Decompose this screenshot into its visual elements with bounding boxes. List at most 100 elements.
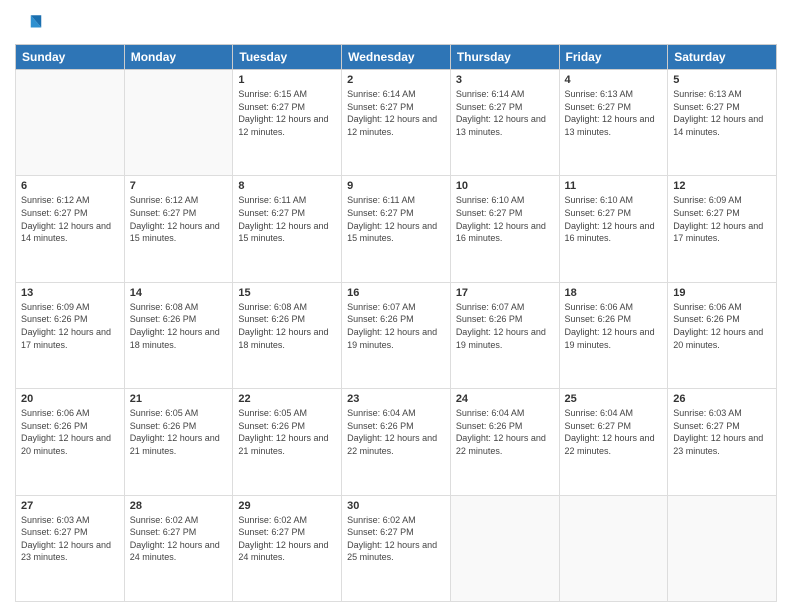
- weekday-header-saturday: Saturday: [668, 45, 777, 70]
- calendar-cell: 13 Sunrise: 6:09 AMSunset: 6:26 PMDayligh…: [16, 282, 125, 388]
- day-number: 28: [130, 500, 228, 512]
- day-number: 9: [347, 180, 445, 192]
- weekday-header-row: SundayMondayTuesdayWednesdayThursdayFrid…: [16, 45, 777, 70]
- calendar-cell: 18 Sunrise: 6:06 AMSunset: 6:26 PMDayligh…: [559, 282, 668, 388]
- calendar-cell: 3 Sunrise: 6:14 AMSunset: 6:27 PMDaylight…: [450, 70, 559, 176]
- day-number: 16: [347, 287, 445, 299]
- day-info: Sunrise: 6:15 AMSunset: 6:27 PMDaylight:…: [238, 88, 336, 138]
- calendar-cell: [16, 70, 125, 176]
- calendar-cell: 26 Sunrise: 6:03 AMSunset: 6:27 PMDayligh…: [668, 389, 777, 495]
- week-row-4: 20 Sunrise: 6:06 AMSunset: 6:26 PMDayligh…: [16, 389, 777, 495]
- calendar-cell: 22 Sunrise: 6:05 AMSunset: 6:26 PMDayligh…: [233, 389, 342, 495]
- calendar-cell: 27Sunrise: 6:03 AMSunset: 6:27 PMDayligh…: [16, 495, 125, 601]
- calendar-cell: [668, 495, 777, 601]
- day-number: 30: [347, 500, 445, 512]
- calendar-cell: 21 Sunrise: 6:05 AMSunset: 6:26 PMDayligh…: [124, 389, 233, 495]
- calendar-cell: 28 Sunrise: 6:02 AMSunset: 6:27 PMDayligh…: [124, 495, 233, 601]
- day-info: Sunrise: 6:06 AMSunset: 6:26 PMDaylight:…: [673, 301, 771, 351]
- calendar-cell: 12 Sunrise: 6:09 AMSunset: 6:27 PMDayligh…: [668, 176, 777, 282]
- day-info: Sunrise: 6:04 AMSunset: 6:26 PMDaylight:…: [456, 407, 554, 457]
- calendar-cell: 4Sunrise: 6:13 AMSunset: 6:27 PMDaylight…: [559, 70, 668, 176]
- logo-icon: [15, 10, 43, 38]
- day-info: Sunrise: 6:13 AMSunset: 6:27 PMDaylight:…: [565, 88, 663, 138]
- day-info: Sunrise: 6:08 AMSunset: 6:26 PMDaylight:…: [130, 301, 228, 351]
- day-number: 6: [21, 180, 119, 192]
- day-info: Sunrise: 6:11 AMSunset: 6:27 PMDaylight:…: [238, 194, 336, 244]
- day-info: Sunrise: 6:09 AMSunset: 6:26 PMDaylight:…: [21, 301, 119, 351]
- day-number: 18: [565, 287, 663, 299]
- day-info: Sunrise: 6:14 AMSunset: 6:27 PMDaylight:…: [456, 88, 554, 138]
- day-info: Sunrise: 6:05 AMSunset: 6:26 PMDaylight:…: [130, 407, 228, 457]
- day-number: 3: [456, 74, 554, 86]
- day-number: 5: [673, 74, 771, 86]
- day-number: 21: [130, 393, 228, 405]
- day-number: 23: [347, 393, 445, 405]
- calendar-cell: 24 Sunrise: 6:04 AMSunset: 6:26 PMDayligh…: [450, 389, 559, 495]
- day-info: Sunrise: 6:09 AMSunset: 6:27 PMDaylight:…: [673, 194, 771, 244]
- calendar-cell: 6 Sunrise: 6:12 AMSunset: 6:27 PMDaylight…: [16, 176, 125, 282]
- day-number: 26: [673, 393, 771, 405]
- calendar-cell: 8 Sunrise: 6:11 AMSunset: 6:27 PMDaylight…: [233, 176, 342, 282]
- day-number: 19: [673, 287, 771, 299]
- day-info: Sunrise: 6:06 AMSunset: 6:26 PMDaylight:…: [565, 301, 663, 351]
- weekday-header-sunday: Sunday: [16, 45, 125, 70]
- day-number: 22: [238, 393, 336, 405]
- calendar-cell: 20 Sunrise: 6:06 AMSunset: 6:26 PMDayligh…: [16, 389, 125, 495]
- calendar-cell: 29Sunrise: 6:02 AMSunset: 6:27 PMDayligh…: [233, 495, 342, 601]
- calendar-cell: 17 Sunrise: 6:07 AMSunset: 6:26 PMDayligh…: [450, 282, 559, 388]
- day-number: 8: [238, 180, 336, 192]
- day-number: 12: [673, 180, 771, 192]
- day-info: Sunrise: 6:07 AMSunset: 6:26 PMDaylight:…: [347, 301, 445, 351]
- day-number: 15: [238, 287, 336, 299]
- day-info: Sunrise: 6:10 AMSunset: 6:27 PMDaylight:…: [565, 194, 663, 244]
- day-number: 24: [456, 393, 554, 405]
- weekday-header-wednesday: Wednesday: [342, 45, 451, 70]
- day-info: Sunrise: 6:06 AMSunset: 6:26 PMDaylight:…: [21, 407, 119, 457]
- week-row-3: 13 Sunrise: 6:09 AMSunset: 6:26 PMDayligh…: [16, 282, 777, 388]
- calendar-cell: 1 Sunrise: 6:15 AMSunset: 6:27 PMDaylight…: [233, 70, 342, 176]
- calendar-cell: [559, 495, 668, 601]
- day-number: 20: [21, 393, 119, 405]
- calendar-cell: 2 Sunrise: 6:14 AMSunset: 6:27 PMDaylight…: [342, 70, 451, 176]
- day-info: Sunrise: 6:12 AMSunset: 6:27 PMDaylight:…: [21, 194, 119, 244]
- week-row-1: 1 Sunrise: 6:15 AMSunset: 6:27 PMDaylight…: [16, 70, 777, 176]
- day-info: Sunrise: 6:11 AMSunset: 6:27 PMDaylight:…: [347, 194, 445, 244]
- day-info: Sunrise: 6:07 AMSunset: 6:26 PMDaylight:…: [456, 301, 554, 351]
- day-number: 2: [347, 74, 445, 86]
- calendar-cell: 23Sunrise: 6:04 AMSunset: 6:26 PMDayligh…: [342, 389, 451, 495]
- page: SundayMondayTuesdayWednesdayThursdayFrid…: [0, 0, 792, 612]
- day-info: Sunrise: 6:08 AMSunset: 6:26 PMDaylight:…: [238, 301, 336, 351]
- week-row-2: 6 Sunrise: 6:12 AMSunset: 6:27 PMDaylight…: [16, 176, 777, 282]
- day-info: Sunrise: 6:13 AMSunset: 6:27 PMDaylight:…: [673, 88, 771, 138]
- weekday-header-tuesday: Tuesday: [233, 45, 342, 70]
- calendar-cell: 16 Sunrise: 6:07 AMSunset: 6:26 PMDayligh…: [342, 282, 451, 388]
- day-info: Sunrise: 6:03 AMSunset: 6:27 PMDaylight:…: [21, 514, 119, 564]
- weekday-header-monday: Monday: [124, 45, 233, 70]
- calendar-cell: 25 Sunrise: 6:04 AMSunset: 6:27 PMDayligh…: [559, 389, 668, 495]
- day-info: Sunrise: 6:03 AMSunset: 6:27 PMDaylight:…: [673, 407, 771, 457]
- day-number: 29: [238, 500, 336, 512]
- day-number: 25: [565, 393, 663, 405]
- calendar-cell: [124, 70, 233, 176]
- calendar-cell: [450, 495, 559, 601]
- day-info: Sunrise: 6:04 AMSunset: 6:27 PMDaylight:…: [565, 407, 663, 457]
- day-info: Sunrise: 6:05 AMSunset: 6:26 PMDaylight:…: [238, 407, 336, 457]
- day-info: Sunrise: 6:10 AMSunset: 6:27 PMDaylight:…: [456, 194, 554, 244]
- calendar-cell: 10 Sunrise: 6:10 AMSunset: 6:27 PMDayligh…: [450, 176, 559, 282]
- calendar-cell: 7Sunrise: 6:12 AMSunset: 6:27 PMDaylight…: [124, 176, 233, 282]
- calendar-cell: 9 Sunrise: 6:11 AMSunset: 6:27 PMDaylight…: [342, 176, 451, 282]
- calendar-cell: 5 Sunrise: 6:13 AMSunset: 6:27 PMDaylight…: [668, 70, 777, 176]
- day-number: 7: [130, 180, 228, 192]
- day-info: Sunrise: 6:14 AMSunset: 6:27 PMDaylight:…: [347, 88, 445, 138]
- weekday-header-thursday: Thursday: [450, 45, 559, 70]
- day-number: 17: [456, 287, 554, 299]
- day-number: 14: [130, 287, 228, 299]
- day-info: Sunrise: 6:02 AMSunset: 6:27 PMDaylight:…: [130, 514, 228, 564]
- day-number: 1: [238, 74, 336, 86]
- calendar-cell: 19 Sunrise: 6:06 AMSunset: 6:26 PMDayligh…: [668, 282, 777, 388]
- day-number: 13: [21, 287, 119, 299]
- day-number: 10: [456, 180, 554, 192]
- calendar-cell: 15 Sunrise: 6:08 AMSunset: 6:26 PMDayligh…: [233, 282, 342, 388]
- week-row-5: 27Sunrise: 6:03 AMSunset: 6:27 PMDayligh…: [16, 495, 777, 601]
- logo: [15, 10, 47, 38]
